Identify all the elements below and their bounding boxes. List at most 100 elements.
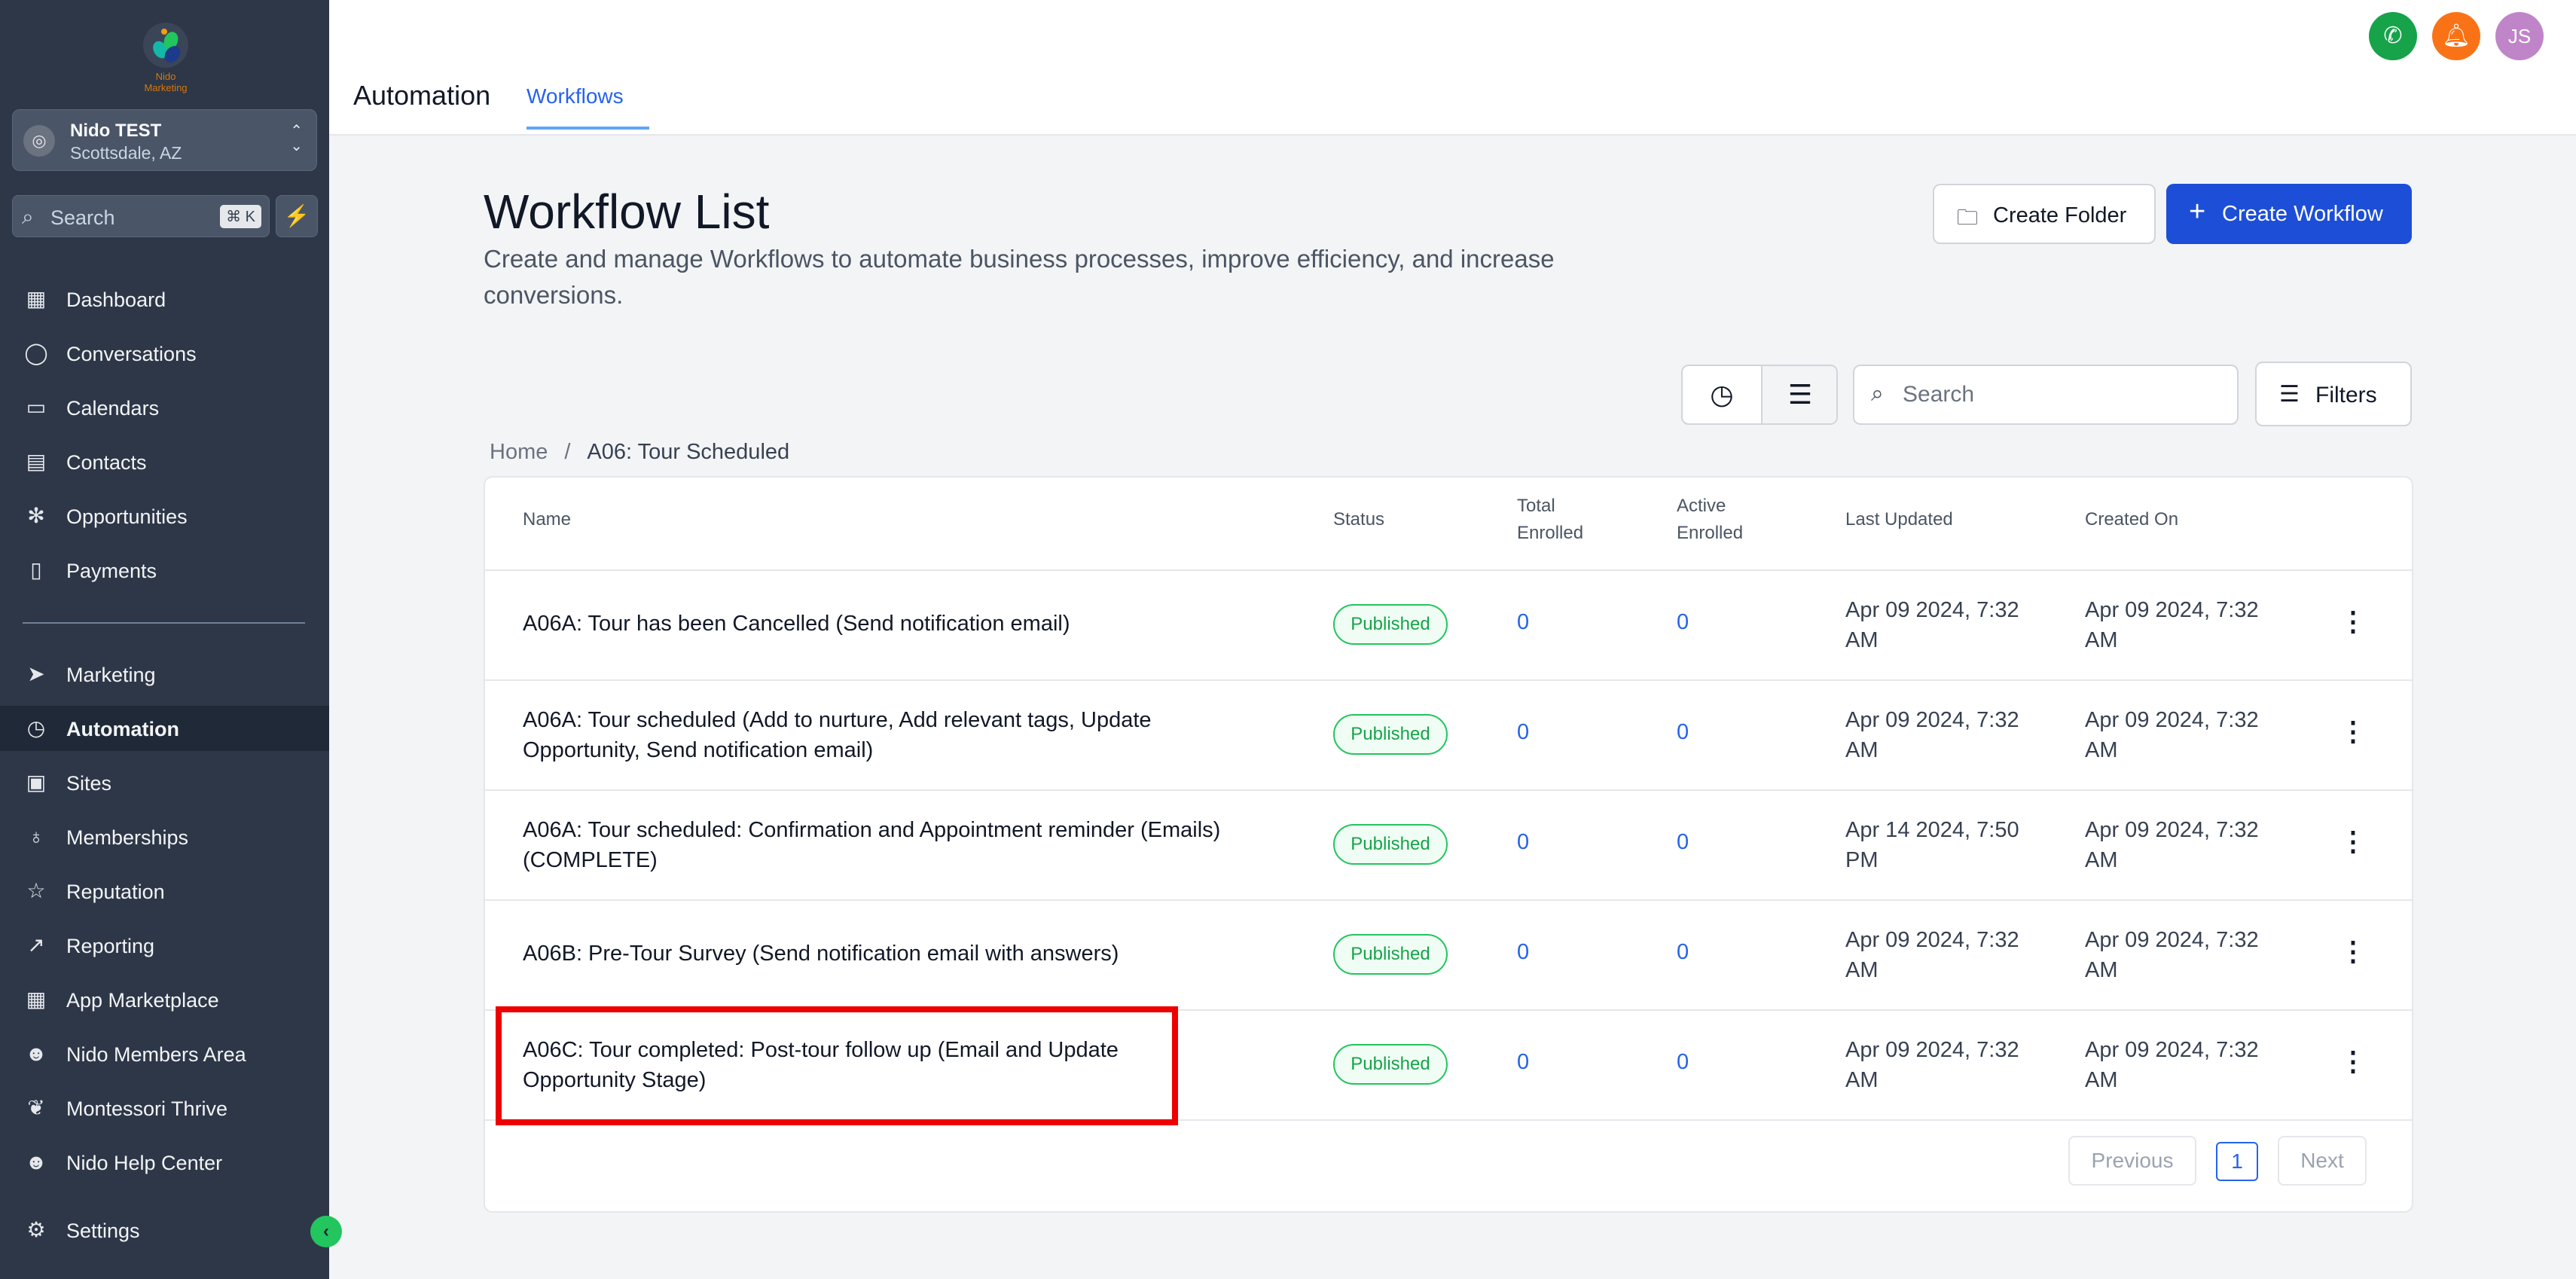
location-city: Scottsdale, AZ: [70, 143, 182, 163]
workflow-list-title: Workflow List: [484, 185, 770, 239]
sidebar-item-reputation[interactable]: ☆ Reputation: [0, 868, 329, 914]
page-title: Automation: [353, 80, 491, 111]
created-on-date: Apr 09 2024, 7:32 AM: [2085, 598, 2259, 652]
phone-button[interactable]: ✆: [2369, 12, 2417, 60]
create-folder-button[interactable]: 🗀 Create Folder: [1933, 184, 2156, 244]
workflow-name[interactable]: A06B: Pre-Tour Survey (Send notification…: [523, 939, 1314, 969]
created-on-date: Apr 09 2024, 7:32 AM: [2085, 1038, 2259, 1092]
column-header-active-enrolled: Active Enrolled: [1677, 496, 1744, 543]
status-badge: Published: [1333, 934, 1448, 975]
notifications-button[interactable]: 🔔︎: [2432, 12, 2480, 60]
star-icon: ☆: [26, 879, 46, 902]
row-actions-button[interactable]: ⋮: [2338, 826, 2368, 857]
tab-workflows[interactable]: Workflows: [526, 84, 624, 108]
sidebar-item-label: Reputation: [66, 881, 165, 903]
last-updated-date: Apr 09 2024, 7:32 AM: [1845, 928, 2019, 982]
gear-icon: ⚙: [26, 1218, 46, 1241]
sidebar-collapse-button[interactable]: ‹: [310, 1216, 342, 1247]
row-actions-button[interactable]: ⋮: [2338, 606, 2368, 637]
more-vertical-icon: ⋮: [2339, 716, 2367, 746]
sidebar-item-contacts[interactable]: ▤ Contacts: [0, 439, 329, 484]
sidebar-item-sites[interactable]: ▣ Sites: [0, 760, 329, 805]
workflow-search: ⌕: [1853, 365, 2239, 425]
total-enrolled-count[interactable]: 0: [1517, 1050, 1529, 1075]
sidebar: Nido Marketing ◎ Nido TEST Scottsdale, A…: [0, 0, 329, 1279]
row-actions-button[interactable]: ⋮: [2338, 1045, 2368, 1077]
sidebar-search[interactable]: ⌕ Search ⌘ K: [12, 195, 270, 237]
user-avatar[interactable]: JS: [2495, 12, 2544, 60]
sidebar-item-label: Payments: [66, 560, 157, 582]
active-enrolled-count[interactable]: 0: [1677, 830, 1689, 855]
bell-icon: 🔔︎: [2441, 23, 2471, 48]
contacts-icon: ▤: [26, 450, 47, 473]
send-icon: ➤: [27, 662, 45, 685]
sidebar-item-calendars[interactable]: ▭ Calendars: [0, 385, 329, 430]
sidebar-item-label: Memberships: [66, 826, 189, 849]
list-view-button[interactable]: ☰: [1761, 366, 1836, 423]
sidebar-item-conversations[interactable]: ◯ Conversations: [0, 331, 329, 376]
workflow-name[interactable]: A06A: Tour scheduled (Add to nurture, Ad…: [523, 705, 1201, 765]
sidebar-item-reporting[interactable]: ↗ Reporting: [0, 923, 329, 968]
row-actions-button[interactable]: ⋮: [2338, 716, 2368, 747]
create-workflow-label: Create Workflow: [2222, 202, 2383, 226]
search-icon: ⌕: [1871, 381, 1884, 406]
quick-actions-button[interactable]: ⚡: [276, 195, 318, 237]
chevron-updown-icon: ⌃ ⌄: [290, 123, 303, 154]
workflow-name[interactable]: A06A: Tour has been Cancelled (Send noti…: [523, 609, 1314, 639]
sidebar-item-payments[interactable]: ▯ Payments: [0, 548, 329, 593]
recent-view-button[interactable]: ◷: [1683, 366, 1761, 423]
total-enrolled-count[interactable]: 0: [1517, 940, 1529, 965]
column-header-created-on: Created On: [2085, 509, 2179, 530]
breadcrumb-current: A06: Tour Scheduled: [587, 440, 790, 464]
sidebar-item-label: Automation: [66, 718, 179, 740]
active-enrolled-count[interactable]: 0: [1677, 720, 1689, 745]
leaf-icon: ❦: [27, 1096, 45, 1119]
column-header-last-updated: Last Updated: [1845, 509, 1953, 530]
location-switcher[interactable]: ◎ Nido TEST Scottsdale, AZ ⌃ ⌄: [12, 109, 317, 171]
users-icon: ☻: [25, 1150, 47, 1174]
row-actions-button[interactable]: ⋮: [2338, 936, 2368, 967]
total-enrolled-count[interactable]: 0: [1517, 610, 1529, 635]
sidebar-item-memberships[interactable]: ♁ Memberships: [0, 814, 329, 859]
pagination-next-button[interactable]: Next: [2278, 1136, 2367, 1186]
view-toggle: ◷ ☰: [1681, 365, 1838, 425]
pagination-previous-button[interactable]: Previous: [2068, 1136, 2196, 1186]
sidebar-item-automation[interactable]: ◷ Automation: [0, 706, 329, 751]
sidebar-item-dashboard[interactable]: ▦ Dashboard: [0, 276, 329, 322]
breadcrumb-home[interactable]: Home: [490, 440, 548, 464]
sidebar-item-label: Sites: [66, 772, 112, 795]
phone-icon: ✆: [2383, 23, 2403, 48]
create-workflow-button[interactable]: + Create Workflow: [2166, 184, 2412, 244]
sidebar-item-settings[interactable]: ⚙ Settings: [0, 1207, 329, 1253]
company-logo[interactable]: Nido Marketing: [136, 23, 196, 93]
folder-icon: 🗀: [1957, 206, 1979, 229]
status-badge: Published: [1333, 824, 1448, 865]
sidebar-item-app-marketplace[interactable]: ▦ App Marketplace: [0, 977, 329, 1022]
sidebar-item-nido-help-center[interactable]: ☻ Nido Help Center: [0, 1140, 329, 1185]
filters-button[interactable]: ☰ Filters: [2255, 362, 2412, 426]
sidebar-item-opportunities[interactable]: ✻ Opportunities: [0, 493, 329, 539]
total-enrolled-count[interactable]: 0: [1517, 830, 1529, 855]
pagination-page-1[interactable]: 1: [2216, 1142, 2258, 1181]
created-on-date: Apr 09 2024, 7:32 AM: [2085, 818, 2259, 872]
total-enrolled-count[interactable]: 0: [1517, 720, 1529, 745]
sidebar-item-marketing[interactable]: ➤ Marketing: [0, 652, 329, 697]
table-row[interactable]: A06A: Tour scheduled: Confirmation and A…: [485, 791, 2412, 901]
active-enrolled-count[interactable]: 0: [1677, 610, 1689, 635]
active-enrolled-count[interactable]: 0: [1677, 940, 1689, 965]
workflow-name[interactable]: A06A: Tour scheduled: Confirmation and A…: [523, 815, 1306, 875]
table-row[interactable]: A06A: Tour scheduled (Add to nurture, Ad…: [485, 681, 2412, 791]
table-row[interactable]: A06A: Tour has been Cancelled (Send noti…: [485, 571, 2412, 681]
sidebar-item-montessori-thrive[interactable]: ❦ Montessori Thrive: [0, 1085, 329, 1131]
search-shortcut: ⌘ K: [220, 205, 261, 228]
status-badge: Published: [1333, 604, 1448, 645]
calendar-icon: ▭: [26, 395, 47, 419]
active-enrolled-count[interactable]: 0: [1677, 1050, 1689, 1075]
last-updated-date: Apr 09 2024, 7:32 AM: [1845, 1038, 2019, 1092]
table-row[interactable]: A06B: Pre-Tour Survey (Send notification…: [485, 901, 2412, 1011]
sidebar-item-nido-members-area[interactable]: ☻ Nido Members Area: [0, 1031, 329, 1076]
more-vertical-icon: ⋮: [2339, 826, 2367, 856]
status-badge: Published: [1333, 1044, 1448, 1085]
opportunities-icon: ✻: [27, 504, 45, 527]
workflow-search-input[interactable]: [1903, 377, 2219, 413]
